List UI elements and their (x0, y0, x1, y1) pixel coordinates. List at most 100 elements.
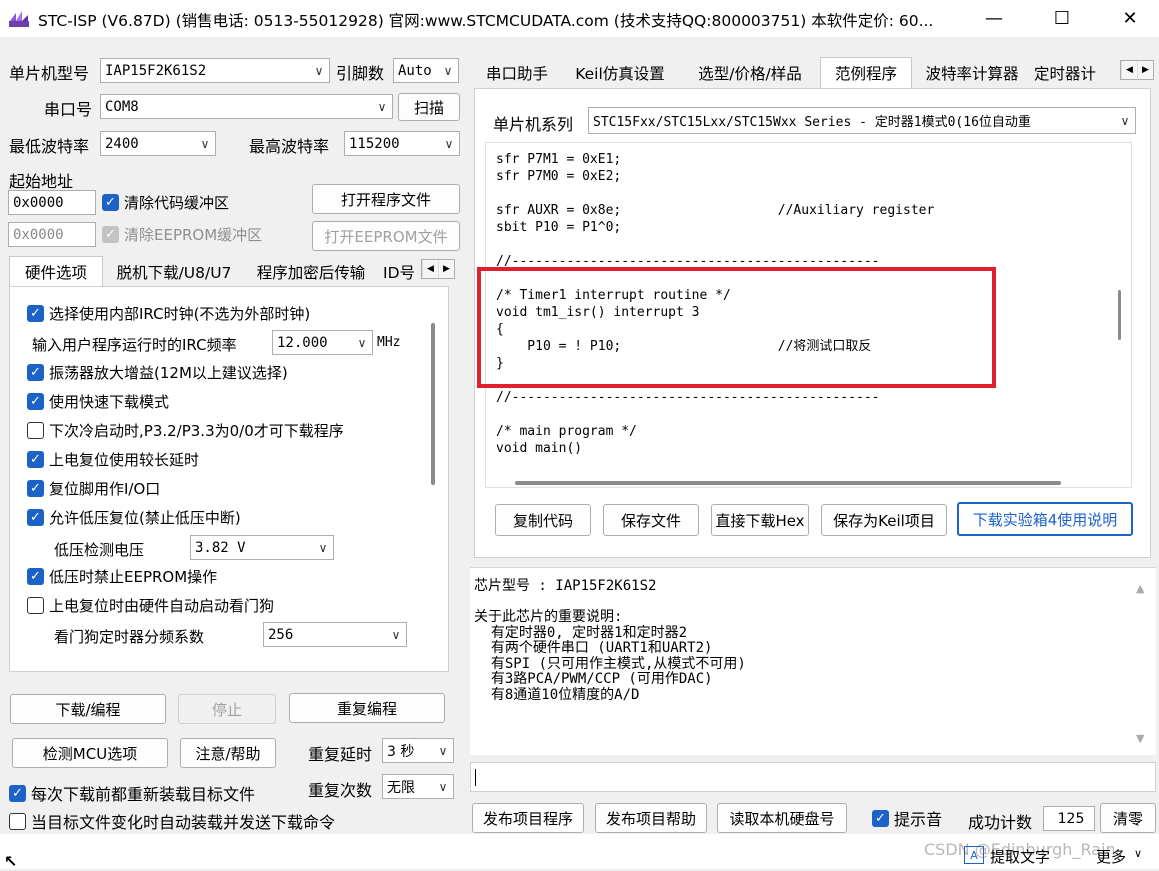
watchdog-divider-label: 看门狗定时器分频系数 (54, 628, 205, 646)
left-tabstrip: 硬件选项 脱机下载/U8/U7 程序加密后传输 ID号 ◀ ▶ (9, 256, 461, 287)
clear-count-button[interactable]: 清零 (1100, 803, 1156, 833)
chevron-down-icon: ∨ (357, 335, 367, 350)
tab-keil-sim[interactable]: Keil仿真设置 (562, 57, 678, 88)
retry-count-select[interactable]: 无限 ∨ (382, 774, 454, 799)
option-long-reset-delay[interactable]: ✓ 上电复位使用较长延时 (27, 445, 199, 473)
save-keil-project-button[interactable]: 保存为Keil项目 (821, 504, 947, 536)
series-select[interactable]: STC15Fxx/STC15Lxx/STC15Wxx Series - 定时器1… (588, 107, 1136, 134)
arrow-left-icon[interactable]: ◀ (422, 260, 438, 278)
maximize-button[interactable]: ☐ (1034, 0, 1090, 37)
help-button[interactable]: 注意/帮助 (180, 738, 276, 768)
clear-eeprom-label: 清除EEPROM缓冲区 (124, 225, 263, 244)
option-fast-download-label: 使用快速下载模式 (49, 392, 170, 411)
chevron-down-icon: ∨ (438, 779, 448, 794)
chevron-down-icon: ∨ (377, 99, 387, 114)
chip-info-panel: 芯片型号 : IAP15F2K61S2 关于此芯片的重要说明: 有定时器0, 定… (470, 567, 1156, 755)
close-button[interactable]: ✕ (1102, 0, 1158, 37)
chip-note-line: 关于此芯片的重要说明: (474, 609, 623, 625)
eeprom-address-input[interactable]: 0x0000 (8, 222, 96, 247)
pin-label: 引脚数 (336, 64, 385, 83)
max-baud-select[interactable]: 115200 ∨ (344, 131, 460, 156)
scroll-down-icon[interactable]: ▼ (1136, 732, 1144, 745)
chip-notes-text: 关于此芯片的重要说明: 有定时器0, 定时器1和定时器2 有两个硬件串口 (UA… (474, 609, 746, 703)
low-voltage-select[interactable]: 3.82 V ∨ (190, 535, 334, 560)
open-eeprom-button[interactable]: 打开EEPROM文件 (312, 221, 460, 251)
option-auto-watchdog-label: 上电复位时由硬件自动启动看门狗 (49, 596, 275, 615)
success-count-value: 125 (1043, 806, 1095, 831)
min-baud-label: 最低波特率 (9, 137, 90, 156)
copy-code-button[interactable]: 复制代码 (495, 504, 591, 536)
scroll-up-icon[interactable]: ▲ (1136, 582, 1144, 595)
stop-button[interactable]: 停止 (178, 694, 276, 724)
check-mcu-button[interactable]: 检测MCU选项 (12, 738, 168, 768)
extract-text-button[interactable]: 提取文字 (990, 846, 1050, 867)
publish-help-button[interactable]: 发布项目帮助 (595, 803, 707, 833)
reload-before-download-checkbox[interactable]: ✓ 每次下载前都重新装载目标文件 (9, 779, 255, 807)
options-scrollbar[interactable] (431, 323, 435, 485)
watchdog-divider-select[interactable]: 256 ∨ (263, 622, 407, 647)
tab-timer-calc[interactable]: 定时器计 (1034, 57, 1116, 88)
save-file-button[interactable]: 保存文件 (603, 504, 699, 536)
mcu-type-select[interactable]: IAP15F2K61S2 ∨ (100, 58, 330, 83)
checkbox-empty-icon (27, 596, 44, 614)
text-extract-icon[interactable]: A (964, 846, 984, 864)
reprogram-button[interactable]: 重复编程 (289, 693, 445, 723)
retry-delay-label: 重复延时 (308, 745, 373, 764)
chip-note-line: 有两个硬件串口 (UART1和UART2) (474, 640, 713, 656)
code-horizontal-scrollbar[interactable] (515, 481, 1061, 485)
minimize-button[interactable]: — (966, 0, 1022, 37)
right-tab-scroll-spinner[interactable]: ◀ ▶ (1120, 60, 1154, 80)
beep-checkbox[interactable]: ✓ 提示音 (872, 804, 942, 832)
option-cold-start[interactable]: 下次冷启动时,P3.2/P3.3为0/0才可下载程序 (27, 416, 344, 444)
more-button[interactable]: 更多 (1096, 846, 1126, 867)
right-tabstrip: 串口助手 Keil仿真设置 选型/价格/样品 范例程序 波特率计算器 定时器计 … (474, 57, 1158, 88)
tab-scroll-spinner[interactable]: ◀ ▶ (421, 259, 455, 279)
read-disk-id-button[interactable]: 读取本机硬盘号 (717, 803, 847, 833)
option-internal-irc[interactable]: ✓ 选择使用内部IRC时钟(不选为外部时钟) (27, 299, 310, 327)
tab-sample-programs[interactable]: 范例程序 (820, 57, 912, 88)
download-program-button[interactable]: 下载/编程 (10, 694, 166, 724)
arrow-right-icon[interactable]: ▶ (1137, 61, 1153, 79)
auto-send-checkbox[interactable]: 当目标文件变化时自动装载并发送下载命令 (9, 810, 335, 832)
arrow-left-icon[interactable]: ◀ (1121, 61, 1137, 79)
arrow-right-icon[interactable]: ▶ (438, 260, 454, 278)
min-baud-select[interactable]: 2400 ∨ (100, 131, 216, 156)
option-low-voltage-reset[interactable]: ✓ 允许低压复位(禁止低压中断) (27, 503, 241, 531)
tab-selection-price[interactable]: 选型/价格/样品 (684, 57, 816, 88)
lab-manual-button[interactable]: 下载实验箱4使用说明 (957, 502, 1133, 536)
clear-code-checkbox[interactable]: ✓ 清除代码缓冲区 (102, 188, 229, 216)
code-vertical-scrollbar[interactable] (1118, 290, 1121, 340)
open-program-button[interactable]: 打开程序文件 (312, 184, 460, 214)
tab-encrypt-transfer[interactable]: 程序加密后传输 (245, 256, 377, 287)
code-address-input[interactable]: 0x0000 (8, 190, 96, 215)
option-osc-gain[interactable]: ✓ 振荡器放大增益(12M以上建议选择) (27, 358, 288, 386)
chip-note-line: 有8通道10位精度的A/D (474, 686, 640, 703)
publish-project-button[interactable]: 发布项目程序 (472, 803, 584, 833)
tab-offline-download[interactable]: 脱机下载/U8/U7 (105, 256, 243, 287)
chip-note-line: 有SPI (只可用作主模式,从模式不可用) (474, 655, 746, 672)
scan-button[interactable]: 扫描 (398, 93, 460, 121)
option-reset-pin-io[interactable]: ✓ 复位脚用作I/O口 (27, 474, 160, 502)
tab-id[interactable]: ID号 (383, 256, 419, 287)
port-select[interactable]: COM8 ∨ (100, 94, 393, 119)
chip-type-text: 芯片型号 : IAP15F2K61S2 (474, 578, 657, 594)
option-low-voltage-reset-label: 允许低压复位(禁止低压中断) (49, 508, 241, 527)
start-address-label: 起始地址 (9, 172, 74, 191)
pin-select[interactable]: Auto ∨ (393, 58, 459, 83)
tab-serial-assistant[interactable]: 串口助手 (476, 57, 558, 88)
clear-eeprom-checkbox[interactable]: ✓ 清除EEPROM缓冲区 (102, 220, 262, 248)
tab-baud-calc[interactable]: 波特率计算器 (916, 57, 1028, 88)
direct-download-hex-button[interactable]: 直接下载Hex (711, 504, 809, 536)
option-auto-watchdog[interactable]: 上电复位时由硬件自动启动看门狗 (27, 591, 274, 619)
mcu-type-label: 单片机型号 (9, 64, 90, 83)
retry-delay-select[interactable]: 3 秒 ∨ (382, 738, 454, 763)
option-fast-download[interactable]: ✓ 使用快速下载模式 (27, 387, 169, 415)
low-voltage-label: 低压检测电压 (54, 541, 145, 559)
pin-value: Auto (398, 62, 432, 79)
log-input[interactable] (470, 762, 1156, 792)
option-lv-disable-eeprom[interactable]: ✓ 低压时禁止EEPROM操作 (27, 562, 217, 590)
irc-frequency-select[interactable]: 12.000 ∨ (272, 330, 373, 355)
tab-hardware-options[interactable]: 硬件选项 (9, 256, 103, 287)
chevron-down-icon: ∨ (444, 136, 454, 151)
low-voltage-value: 3.82 V (195, 539, 246, 556)
